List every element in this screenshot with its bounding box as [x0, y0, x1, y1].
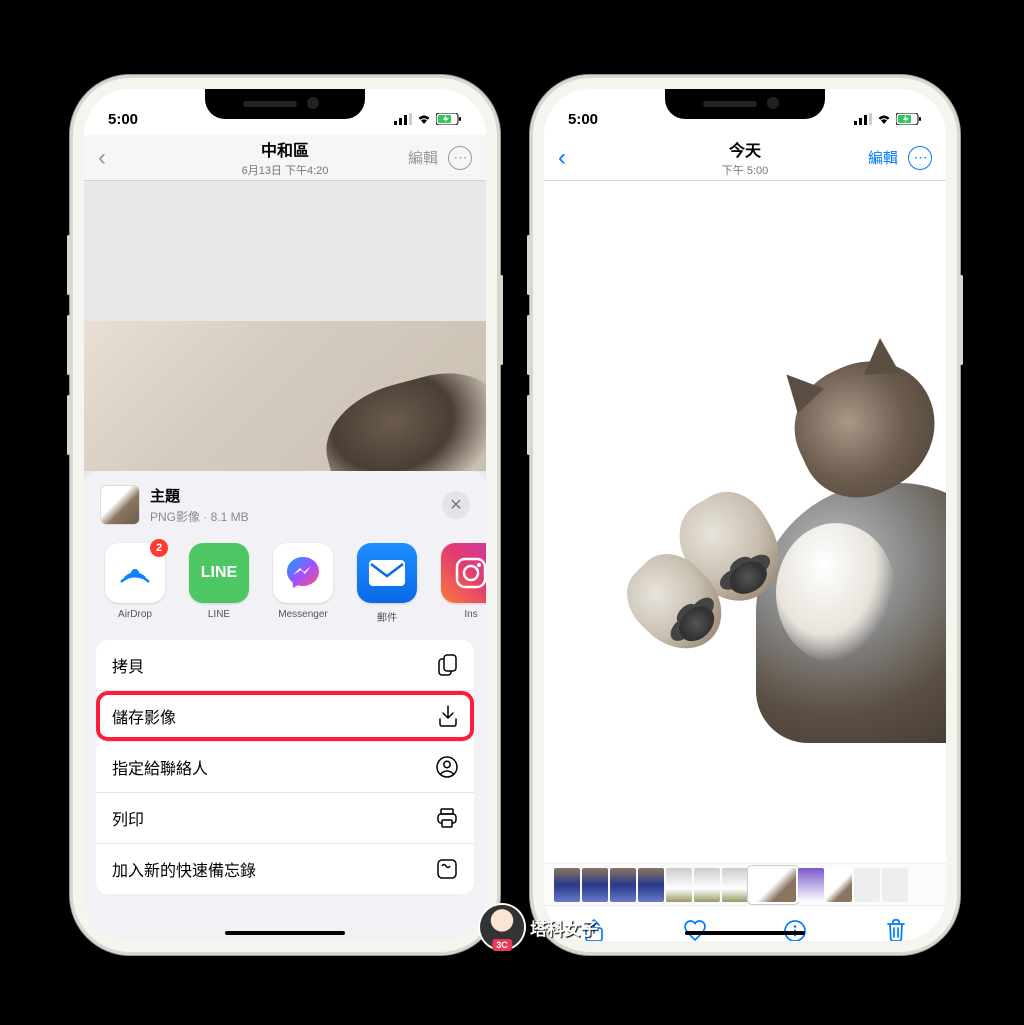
line-icon: LINE: [189, 543, 249, 603]
share-app-row[interactable]: 2 AirDrop LINE LINE Messen: [84, 539, 486, 640]
action-print[interactable]: 列印: [96, 793, 474, 844]
instagram-label: Ins: [436, 609, 486, 620]
instagram-icon: [441, 543, 486, 603]
share-sheet-header: 主題 PNG影像 · 8.1 MB ✕: [84, 471, 486, 539]
notch: [205, 89, 365, 119]
nav-left-side: ‹: [558, 144, 624, 172]
thumbnail[interactable]: [882, 868, 908, 902]
action-contact-label: 指定給聯絡人: [112, 755, 208, 779]
messenger-icon: [273, 543, 333, 603]
nav-right-side: 編輯: [866, 146, 932, 170]
wifi-icon: [416, 113, 432, 125]
action-save-image[interactable]: 儲存影像: [96, 691, 474, 742]
thumbnail[interactable]: [610, 868, 636, 902]
thumbnail[interactable]: [638, 868, 664, 902]
home-indicator: [225, 931, 345, 935]
watermark: 塔科女子: [480, 905, 598, 949]
phone-right: 5:00 ‹ 今天 下午 5:00 編輯: [530, 75, 960, 955]
thumbnail[interactable]: [554, 868, 580, 902]
action-print-label: 列印: [112, 806, 144, 830]
cellular-icon: [394, 113, 412, 125]
action-copy[interactable]: 拷貝: [96, 640, 474, 691]
print-icon: [436, 807, 458, 829]
watermark-text: 塔科女子: [530, 915, 598, 940]
thumbnail-selected[interactable]: [750, 868, 796, 902]
nav-title-text: 今天: [624, 137, 866, 161]
screen-left: 5:00 ‹ 中和區 6月13日 下午4:20 編輯: [84, 89, 486, 941]
nav-title: 中和區 6月13日 下午4:20: [164, 137, 406, 178]
share-sheet: 主題 PNG影像 · 8.1 MB ✕ 2 AirDrop LINE: [84, 471, 486, 941]
close-button[interactable]: ✕: [442, 491, 470, 519]
messenger-label: Messenger: [268, 609, 338, 620]
share-app-airdrop[interactable]: 2 AirDrop: [100, 543, 170, 624]
mail-label: 郵件: [352, 609, 422, 624]
nav-bar-left: ‹ 中和區 6月13日 下午4:20 編輯: [84, 135, 486, 181]
cat-image: [626, 363, 946, 743]
delete-button[interactable]: [884, 919, 908, 942]
share-thumbnail: [100, 485, 140, 525]
thumbnail[interactable]: [798, 868, 824, 902]
airdrop-label: AirDrop: [100, 609, 170, 620]
thumbnail[interactable]: [666, 868, 692, 902]
share-app-line[interactable]: LINE LINE: [184, 543, 254, 624]
contact-icon: [436, 756, 458, 778]
nav-left-side: ‹: [98, 144, 164, 172]
notch: [665, 89, 825, 119]
watermark-icon: [480, 905, 524, 949]
action-copy-label: 拷貝: [112, 653, 144, 677]
share-title: 主題: [150, 485, 432, 506]
battery-icon: [896, 113, 922, 125]
nav-title: 今天 下午 5:00: [624, 137, 866, 178]
nav-bar-right: ‹ 今天 下午 5:00 編輯: [544, 135, 946, 181]
background-photo: [84, 321, 486, 471]
save-icon: [438, 705, 458, 727]
thumbnail[interactable]: [694, 868, 720, 902]
share-app-messenger[interactable]: Messenger: [268, 543, 338, 624]
phone-left: 5:00 ‹ 中和區 6月13日 下午4:20 編輯: [70, 75, 500, 955]
info-button[interactable]: [783, 919, 807, 942]
thumbnail-strip[interactable]: [544, 863, 946, 905]
share-actions: 拷貝 儲存影像 指定給聯絡人 列印: [96, 640, 474, 894]
action-assign-contact[interactable]: 指定給聯絡人: [96, 742, 474, 793]
bottom-toolbar: [544, 905, 946, 941]
status-icons: [394, 113, 462, 125]
dimmed-background: 主題 PNG影像 · 8.1 MB ✕ 2 AirDrop LINE: [84, 181, 486, 941]
battery-icon: [436, 113, 462, 125]
photo-view[interactable]: [544, 181, 946, 863]
note-icon: [436, 858, 458, 880]
nav-subtitle-text: 下午 5:00: [624, 162, 866, 178]
nav-title-text: 中和區: [164, 137, 406, 161]
cellular-icon: [854, 113, 872, 125]
share-app-mail[interactable]: 郵件: [352, 543, 422, 624]
copy-icon: [438, 654, 458, 676]
airdrop-badge: 2: [150, 539, 168, 557]
share-title-block: 主題 PNG影像 · 8.1 MB: [150, 485, 432, 525]
thumbnail[interactable]: [722, 868, 748, 902]
back-button[interactable]: ‹: [98, 144, 106, 172]
thumbnail[interactable]: [826, 868, 852, 902]
action-save-label: 儲存影像: [112, 704, 176, 728]
thumbnail[interactable]: [854, 868, 880, 902]
status-time: 5:00: [568, 111, 598, 128]
thumbnail[interactable]: [582, 868, 608, 902]
action-quick-note[interactable]: 加入新的快速備忘錄: [96, 844, 474, 894]
edit-button[interactable]: 編輯: [868, 147, 898, 168]
share-app-instagram[interactable]: Ins: [436, 543, 486, 624]
edit-button[interactable]: 編輯: [408, 147, 438, 168]
screen-right: 5:00 ‹ 今天 下午 5:00 編輯: [544, 89, 946, 941]
favorite-button[interactable]: [683, 919, 707, 942]
home-indicator: [685, 931, 805, 935]
more-button[interactable]: [908, 146, 932, 170]
nav-right-side: 編輯: [406, 146, 472, 170]
mail-icon: [357, 543, 417, 603]
status-icons: [854, 113, 922, 125]
nav-subtitle-text: 6月13日 下午4:20: [164, 162, 406, 178]
share-subtitle: PNG影像 · 8.1 MB: [150, 508, 432, 525]
back-button[interactable]: ‹: [558, 144, 566, 172]
action-note-label: 加入新的快速備忘錄: [112, 857, 256, 881]
more-button[interactable]: [448, 146, 472, 170]
wifi-icon: [876, 113, 892, 125]
line-label: LINE: [184, 609, 254, 620]
status-time: 5:00: [108, 111, 138, 128]
